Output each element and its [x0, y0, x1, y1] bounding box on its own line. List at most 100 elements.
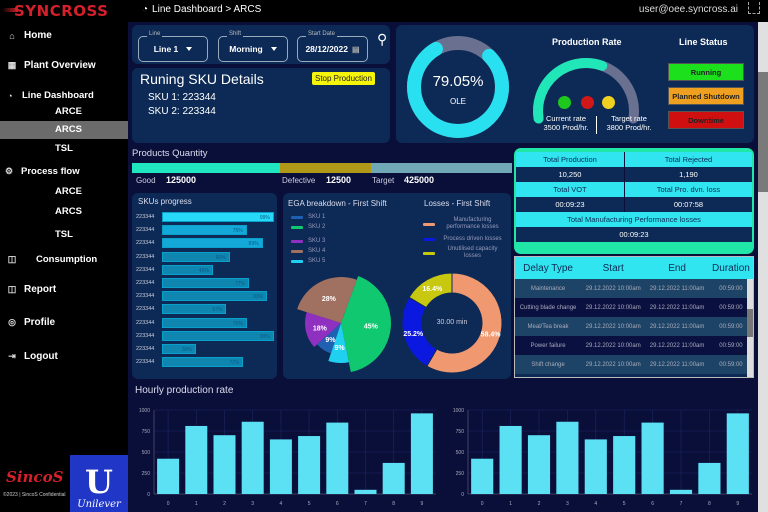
sku-progress-pct: 75% — [232, 228, 243, 235]
ega-title: EGA breakdown - First Shift — [288, 199, 387, 208]
y-tick-label: 500 — [142, 450, 151, 456]
bar-hour-4[interactable] — [584, 439, 607, 494]
sidebar-item-process-flow[interactable]: ⚙ Process flow — [3, 166, 80, 177]
sidebar-item-logout[interactable]: ⇥ Logout — [6, 351, 58, 362]
x-tick-label: 0 — [481, 501, 484, 507]
ega-slice-label: 9% — [334, 345, 345, 352]
sidebar-subitem-line-arcs[interactable]: ARCS — [0, 121, 128, 139]
bar-hour-9[interactable] — [726, 413, 749, 494]
bar-hour-7[interactable] — [354, 489, 377, 494]
bar-hour-6[interactable] — [641, 422, 664, 494]
x-tick-label: 5 — [308, 501, 311, 507]
page-scrollbar[interactable] — [758, 22, 768, 512]
legend-swatch — [423, 222, 435, 226]
rate-divider — [596, 116, 597, 134]
bar-hour-6[interactable] — [326, 422, 349, 494]
sidebar-item-report[interactable]: ◫ Report — [6, 284, 57, 295]
bar-hour-5[interactable] — [613, 436, 636, 494]
x-tick-label: 1 — [509, 501, 512, 507]
bar-hour-9[interactable] — [410, 413, 433, 494]
running-button[interactable]: Running — [668, 63, 744, 81]
sidebar-subitem-process-arce[interactable]: ARCE — [0, 183, 128, 201]
legend-swatch — [423, 251, 435, 255]
sidebar-item-profile[interactable]: ◎ Profile — [6, 317, 55, 328]
bar-hour-8[interactable] — [698, 462, 721, 494]
sidebar-item-plant-overview[interactable]: ▦ Plant Overview — [6, 60, 96, 71]
sidebar-item-line-dashboard[interactable]: ◔ Line Dashboard — [4, 90, 94, 101]
planned-shutdown-button[interactable]: Planned Shutdown — [668, 87, 744, 105]
search-icon[interactable]: ⚲ — [377, 31, 387, 48]
sidebar-subitem-line-arce[interactable]: ARCE — [0, 103, 128, 121]
losses-slice-label: 16.4% — [422, 286, 443, 293]
x-tick-label: 1 — [195, 501, 198, 507]
delay-cell: 29.12.2022 11:00am — [645, 355, 709, 374]
sku-details-card: Runing SKU Details Stop Production SKU 1… — [132, 68, 390, 143]
sidebar-subitem-line-tsl[interactable]: TSL — [0, 140, 128, 158]
downtime-button[interactable]: Downtime — [668, 111, 744, 129]
sku-progress-row: 223344 72% — [136, 357, 244, 368]
bar-hour-2[interactable] — [527, 435, 551, 494]
delay-row[interactable]: Cutting blade change 29.12.2022 10:00am 29… — [515, 298, 753, 317]
sku-progress-pct: 77% — [234, 281, 245, 287]
x-tick-label: 9 — [421, 501, 424, 507]
bar-hour-3[interactable] — [241, 421, 264, 494]
bar-hour-3[interactable] — [556, 421, 579, 494]
ole-value: 79.05% — [432, 73, 484, 90]
bar-hour-1[interactable] — [185, 425, 208, 494]
bar-hour-5[interactable] — [298, 436, 321, 494]
delay-row[interactable]: Meal/Tea break 29.12.2022 10:00am 29.12.20… — [515, 317, 753, 336]
delay-cell: 29.12.2022 10:00am — [581, 298, 646, 317]
chart-icon: ◫ — [7, 254, 17, 264]
sku-name: 223344 — [136, 253, 155, 260]
hourly-chart-title: Hourly production rate — [135, 385, 234, 396]
sku-details-title: Runing SKU Details — [140, 71, 264, 87]
sidebar-item-consumption[interactable]: ◫ Consumption — [6, 254, 97, 265]
bar-hour-2[interactable] — [213, 435, 236, 494]
delay-row[interactable]: Shift change 29.12.2022 10:00am 29.12.2022… — [515, 355, 753, 374]
delay-cell: 29.12.2022 10:00am — [581, 336, 646, 355]
bar-hour-1[interactable] — [499, 425, 522, 494]
sidebar-item-home[interactable]: ⌂ Home — [6, 30, 52, 41]
sku-progress-row: 223344 89% — [136, 238, 263, 249]
y-tick-label: 750 — [456, 429, 465, 435]
defective-value: 12500 — [326, 175, 352, 185]
stop-production-button[interactable]: Stop Production — [312, 72, 375, 85]
delay-row[interactable]: Power failure 29.12.2022 10:00am 29.12.202… — [515, 336, 753, 355]
losses-title: Losses - First Shift — [424, 199, 491, 208]
bar-hour-4[interactable] — [269, 439, 292, 494]
table-scrollbar[interactable] — [747, 279, 753, 377]
gears-icon: ⚙ — [4, 166, 14, 176]
sku-progress-row: 223344 77% — [136, 278, 249, 288]
line-status-title: Line Status — [679, 37, 728, 47]
scrollbar-thumb[interactable] — [758, 72, 768, 192]
sku-name: 223344 — [136, 359, 155, 366]
bar-hour-7[interactable] — [669, 489, 693, 494]
ega-slice-label: 9% — [325, 337, 336, 344]
delay-row[interactable]: Maintenance 29.12.2022 10:00am 29.12.2022 … — [515, 279, 753, 298]
sku-progress-bar: 75% — [162, 225, 247, 236]
bar-hour-0[interactable] — [157, 458, 180, 494]
ega-legend-item: SKU 2 — [291, 224, 325, 230]
shift-select[interactable]: Shift Morning — [218, 31, 288, 62]
legend-label: SKU 1 — [308, 214, 326, 220]
sku-name: 223344 — [136, 346, 155, 352]
legend-label: SKU 5 — [308, 258, 326, 264]
good-label: Good — [136, 176, 156, 185]
fullscreen-icon[interactable] — [748, 2, 760, 14]
col-end[interactable]: End — [645, 257, 709, 279]
sidebar-subitem-process-arcs[interactable]: ARCS — [0, 203, 128, 221]
unilever-logo: U Unilever — [70, 455, 128, 512]
start-date-field[interactable]: Start Date 28/12/2022 ▤ — [297, 31, 368, 62]
sku-progress-title: SKUs progress — [138, 197, 192, 206]
col-duration[interactable]: Duration — [708, 257, 753, 279]
bar-hour-0[interactable] — [471, 458, 494, 494]
bar-hour-8[interactable] — [382, 462, 405, 494]
total-vot-label: Total VOT — [516, 182, 625, 197]
line-select[interactable]: Line Line 1 — [138, 31, 208, 62]
report-icon: ◫ — [7, 284, 17, 294]
col-start[interactable]: Start — [581, 257, 646, 279]
losses-legend-item: Process driven losses — [423, 236, 505, 243]
sidebar-subitem-process-tsl[interactable]: TSL — [0, 226, 128, 244]
col-delay-type[interactable]: Delay Type — [515, 257, 582, 279]
sku-name: 223344 — [136, 332, 155, 339]
